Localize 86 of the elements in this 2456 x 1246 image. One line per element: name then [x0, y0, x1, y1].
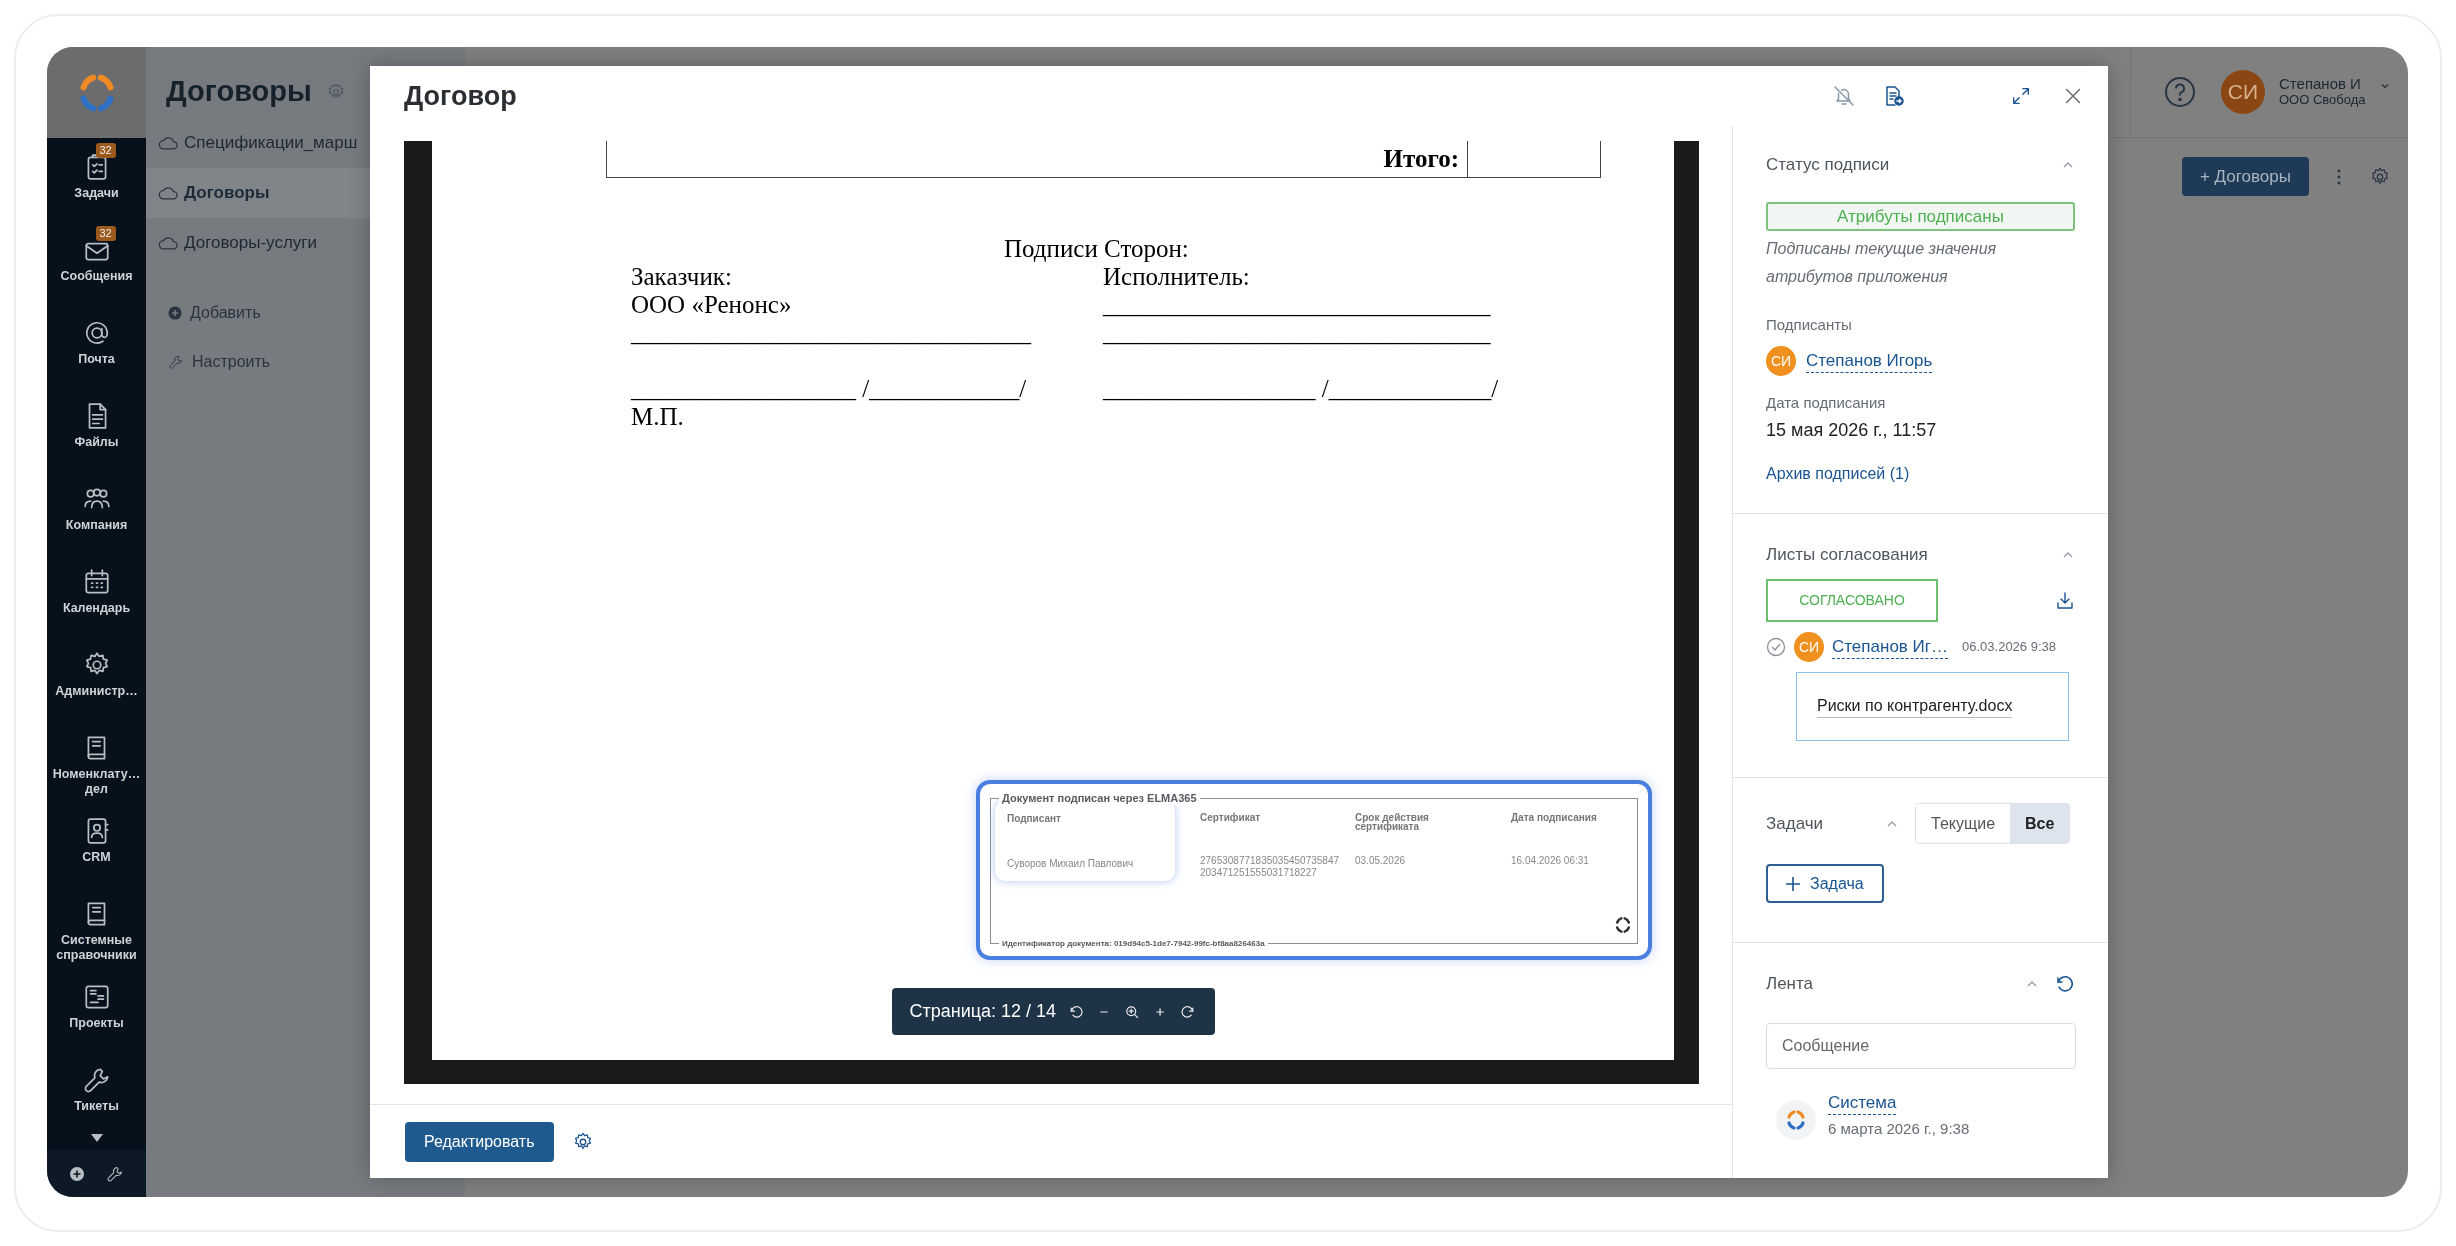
signature-line: _________________ /_____________/ — [1103, 375, 1499, 403]
nav-item[interactable]: Номенклату… дел — [47, 719, 146, 802]
expand-icon[interactable] — [2010, 85, 2032, 107]
party-label: Заказчик: — [631, 263, 732, 291]
party-label: Исполнитель: — [1103, 263, 1250, 291]
download-icon[interactable] — [2055, 590, 2075, 611]
total-label: Итого: — [1383, 144, 1459, 175]
document-id: Идентификатор документа: 019d94c5-1de7-7942-99fc-bf8aa826463a — [999, 938, 1268, 949]
table-value: 16.04.2026 06:31 — [1511, 855, 1589, 867]
nav-item[interactable]: 32 Сообщения — [47, 221, 146, 304]
organization-name: ООО Свобода — [2279, 92, 2366, 108]
section-title: Задачи — [1766, 812, 1824, 835]
stamp-title: Документ подписан через ELMA365 — [999, 791, 1200, 805]
section-title: Статус подписи — [1766, 154, 1890, 176]
approval-time: 06.03.2026 9:38 — [1962, 638, 2056, 657]
signer-link[interactable]: Степанов Игорь — [1806, 349, 1933, 373]
cloud-icon — [158, 136, 178, 150]
attachment-link[interactable]: Риски по контрагенту.docx — [1817, 695, 2013, 718]
nav-item[interactable]: Системные справочники — [47, 885, 146, 968]
status-badge: Атрибуты подписаны — [1766, 202, 2075, 231]
nav-item[interactable]: Тикеты — [47, 1051, 146, 1134]
signatures-heading: Подписи Сторон: — [1004, 235, 1189, 263]
column-header: Сертификат — [1200, 813, 1262, 822]
avatar[interactable]: СИ — [2221, 70, 2265, 114]
count-badge: 32 — [95, 226, 116, 241]
table-value: 2765308771835035450735847203471251555031718227 — [1200, 855, 1341, 879]
user-name: Степанов И — [2279, 76, 2362, 92]
logo-icon — [1613, 915, 1633, 935]
table-value: 03.05.2026 — [1355, 855, 1406, 867]
create-button[interactable]: + Договоры — [2181, 157, 2309, 196]
approver-link[interactable]: Степанов Иг… — [1832, 635, 1948, 659]
field-label: Дата подписания — [1766, 393, 1887, 413]
section-title: Лента — [1766, 973, 1814, 995]
wrench-icon — [168, 353, 184, 370]
page-indicator: Страница: 12 / 14 — [909, 1000, 1057, 1023]
signer-name: Суворов Михаил Павлович — [1007, 858, 1135, 870]
nav-item[interactable]: Проекты — [47, 968, 146, 1051]
column-header: Подписант — [1007, 813, 1062, 824]
count-badge: 32 — [95, 143, 116, 158]
folder-item[interactable]: Спецификации_марш — [146, 118, 465, 168]
section-title: Договоры — [166, 74, 312, 110]
message-field[interactable]: Сообщение — [1766, 1023, 2076, 1069]
help-icon[interactable] — [2164, 76, 2196, 108]
add-task-button[interactable]: Задача — [1766, 864, 1884, 903]
logo-icon — [1784, 1108, 1808, 1132]
approval-status: СОГЛАСОВАНО — [1766, 579, 1938, 622]
edit-button[interactable]: Редактировать — [405, 1121, 554, 1162]
refresh-icon[interactable] — [2055, 974, 2075, 994]
field-label: Подписанты — [1766, 315, 1853, 335]
section-title: Листы согласования — [1766, 544, 1928, 566]
more-icon[interactable] — [2337, 168, 2341, 185]
bell-off-icon[interactable] — [1832, 84, 1856, 108]
signature-line: __________________ /____________/ — [631, 375, 1027, 403]
nav-item[interactable]: Почта — [47, 304, 146, 387]
filter-tab[interactable]: Все — [2010, 804, 2070, 843]
nav-item[interactable]: Календарь — [47, 553, 146, 636]
signature-stamp[interactable] — [976, 780, 1652, 960]
dialog-title: Договор — [404, 79, 517, 113]
avatar: СИ — [1766, 346, 1796, 376]
plus-circle-icon[interactable] — [69, 1165, 86, 1182]
caret-down-icon[interactable] — [90, 1134, 103, 1142]
plus-circle-icon — [168, 305, 182, 320]
folder-item[interactable]: Договоры-услуги — [146, 218, 465, 268]
nav-item[interactable]: Администр… — [47, 636, 146, 719]
signing-date: 15 мая 2026 г., 11:57 — [1766, 419, 1938, 442]
archive-link[interactable]: Архив подписей (1) — [1766, 464, 1910, 484]
cloud-icon — [158, 186, 178, 200]
nav-item[interactable]: 32 Задачи — [47, 138, 146, 221]
author-link[interactable]: Система — [1828, 1092, 1897, 1115]
document-line: ООО «Ренонс» — [631, 291, 792, 319]
feed-time: 6 марта 2026 г., 9:38 — [1828, 1119, 1970, 1139]
document-line: _______________________________ — [1103, 319, 1491, 347]
column-header: Дата подписания — [1511, 813, 1598, 822]
nav-item[interactable]: CRM — [47, 802, 146, 885]
status-note: Подписаны текущие значения атрибутов приложения — [1766, 239, 1998, 287]
wrench-icon[interactable] — [105, 1164, 124, 1183]
stamp-note: М.П. — [631, 403, 684, 431]
nav-item[interactable]: Файлы — [47, 387, 146, 470]
avatar: СИ — [1794, 632, 1824, 662]
nav-item[interactable]: Компания — [47, 470, 146, 553]
chevron-down-icon[interactable] — [2379, 81, 2390, 91]
cloud-icon — [158, 236, 178, 250]
column-header: Срок действия сертификата — [1355, 813, 1430, 831]
plus-icon — [1786, 876, 1800, 891]
document-line: ________________________________ — [631, 319, 1031, 347]
document-line: _______________________________ — [1103, 291, 1491, 319]
